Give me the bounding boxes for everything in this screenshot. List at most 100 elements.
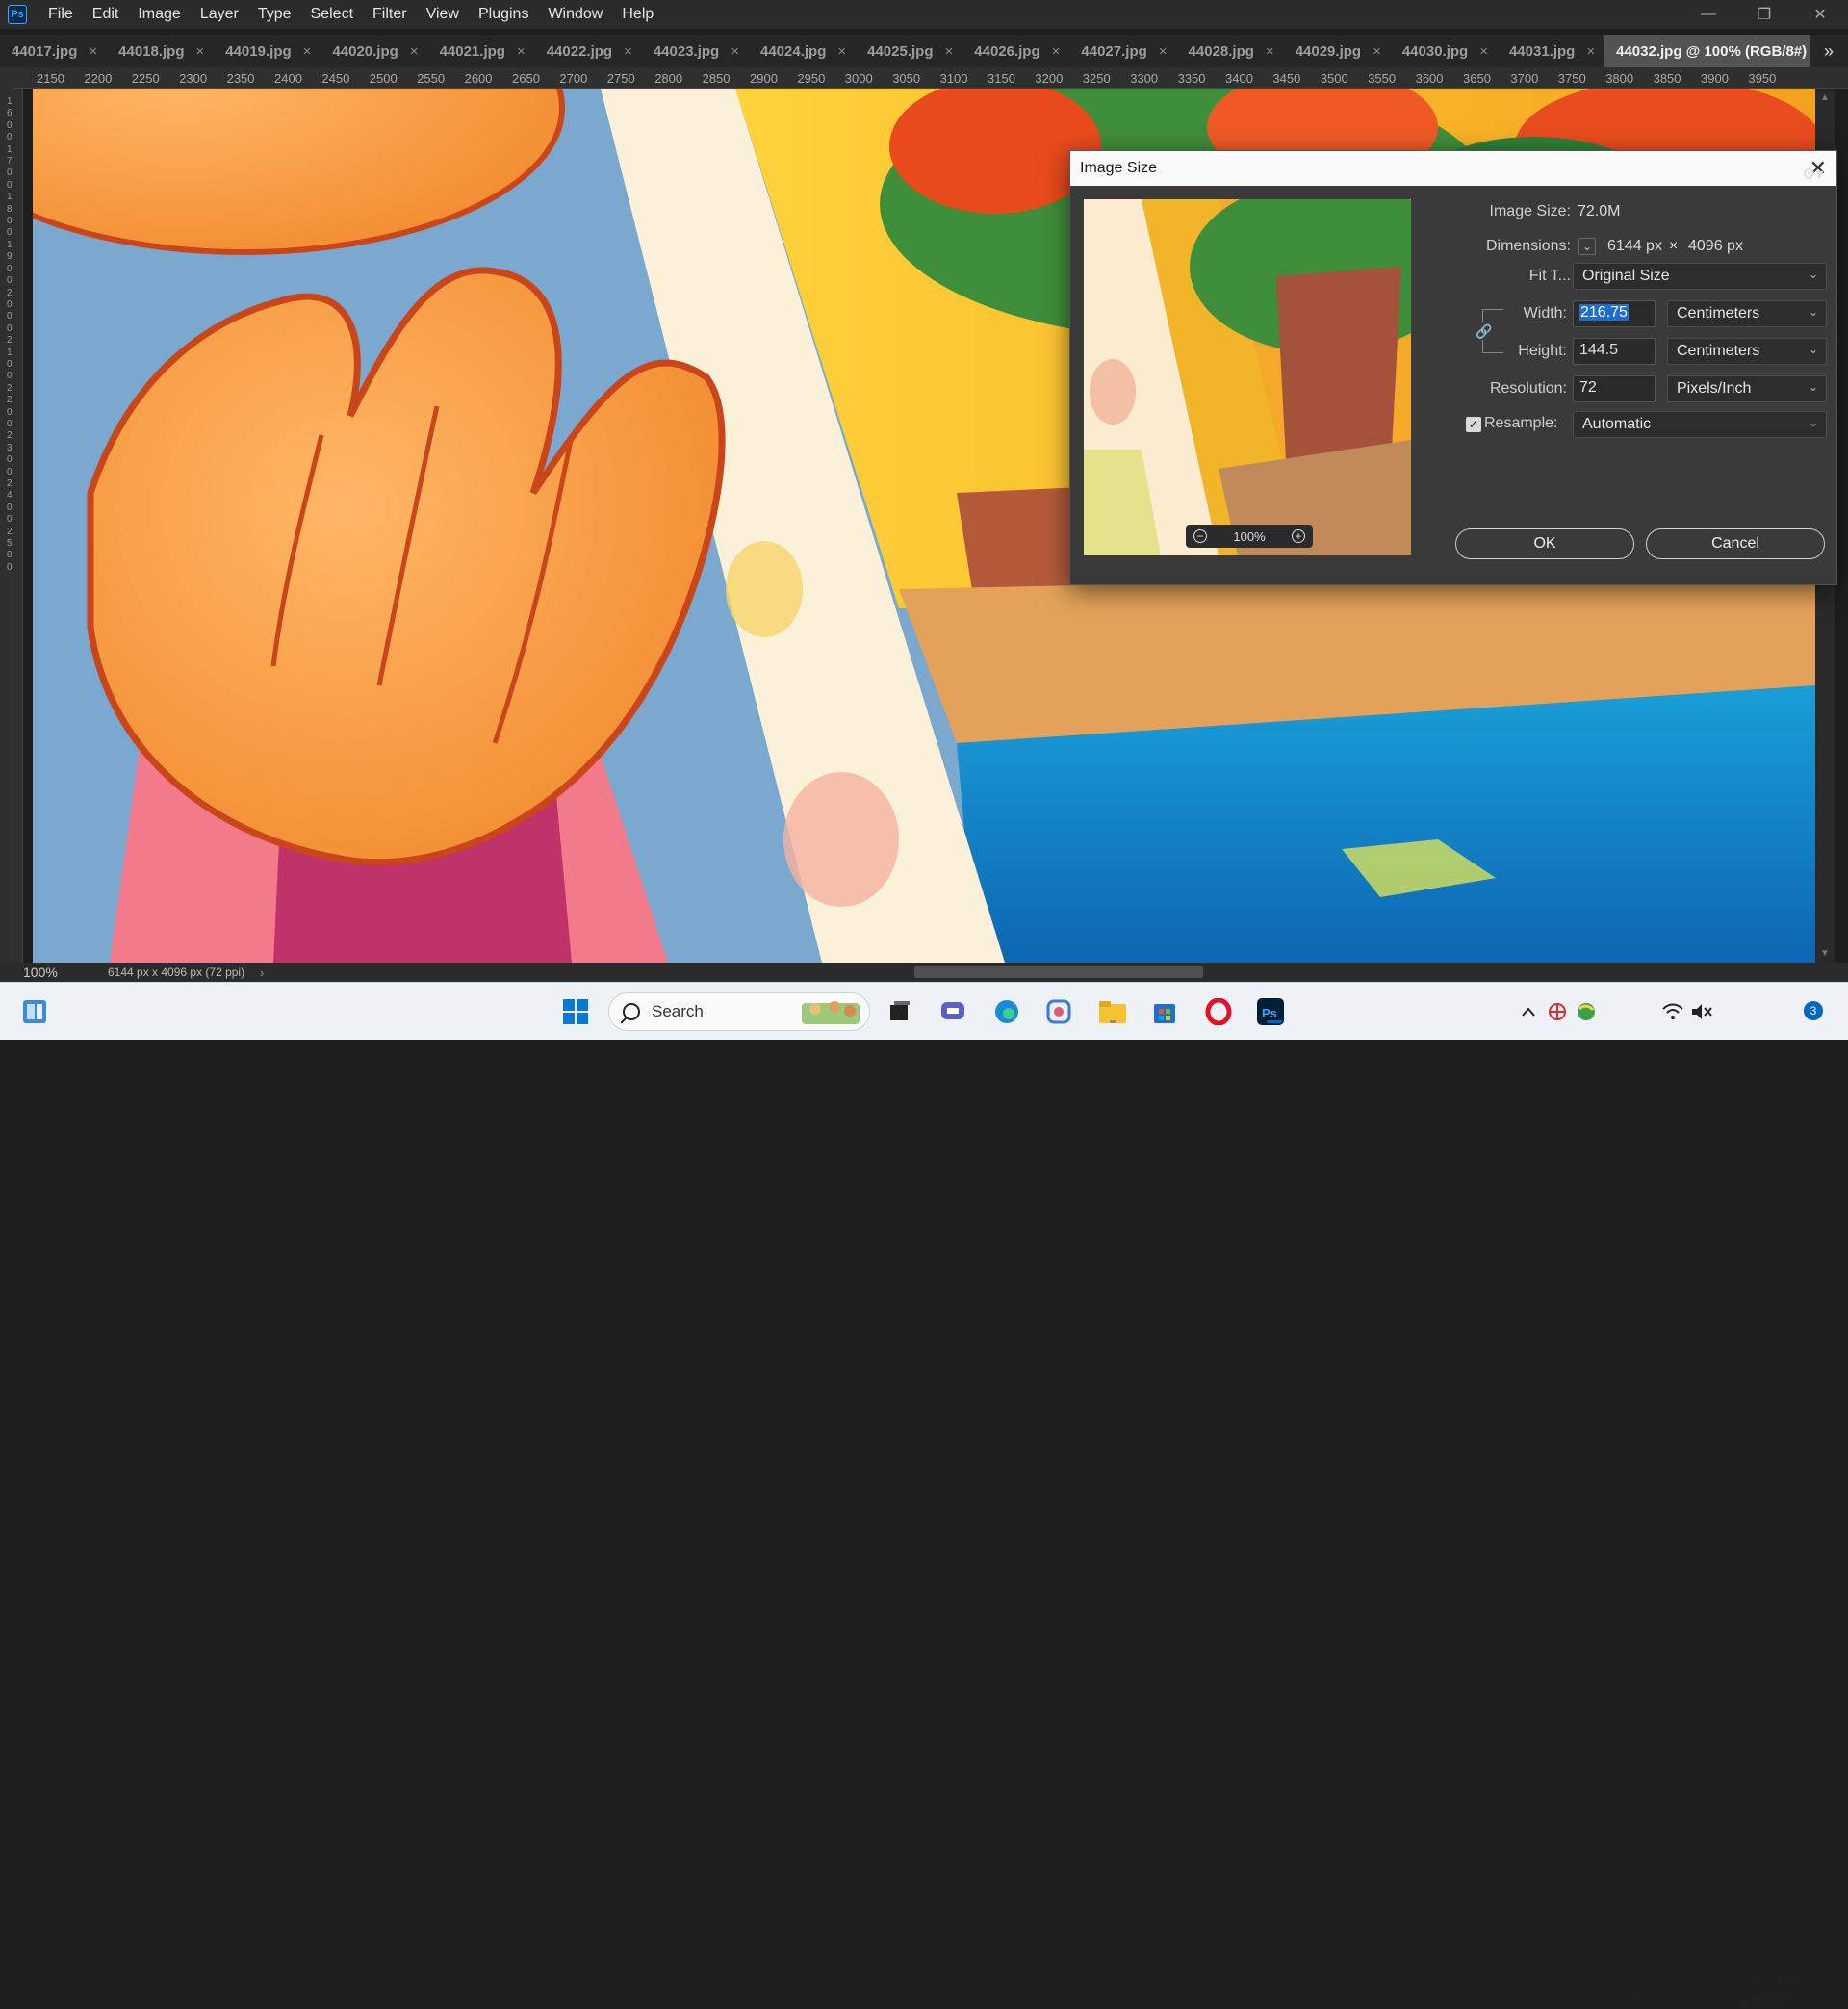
tab-close-icon[interactable]: × bbox=[89, 43, 97, 60]
tab-close-icon[interactable]: × bbox=[303, 43, 312, 60]
tab-close-icon[interactable]: × bbox=[410, 43, 419, 60]
vpn-icon[interactable] bbox=[1542, 996, 1573, 1027]
menu-view[interactable]: View bbox=[417, 0, 469, 29]
menu-bar: Ps File Edit Image Layer Type Select Fil… bbox=[0, 0, 1848, 29]
ruler-tick-label: 2950 bbox=[797, 71, 826, 86]
clock-date[interactable]: 4/30/2025 bbox=[1713, 1994, 1798, 2009]
resolution-input[interactable]: 72 bbox=[1573, 375, 1656, 402]
resample-select[interactable]: Automatic ⌄ bbox=[1573, 411, 1827, 438]
resolution-unit-select[interactable]: Pixels/Inch ⌄ bbox=[1667, 375, 1827, 402]
tab-document[interactable]: 44019.jpg × bbox=[214, 35, 321, 67]
ruler-tick-label: 3000 bbox=[844, 71, 873, 86]
tab-document[interactable]: 44020.jpg × bbox=[321, 35, 427, 67]
tab-document[interactable]: 44025.jpg × bbox=[856, 35, 962, 67]
active-app-indicator bbox=[1267, 1020, 1282, 1023]
tab-document[interactable]: 44032.jpg @ 100% (RGB/8#)× bbox=[1604, 35, 1836, 67]
menu-filter[interactable]: Filter bbox=[363, 0, 417, 29]
microsoft-store-icon[interactable] bbox=[1149, 996, 1180, 1027]
fit-to-value: Original Size bbox=[1582, 268, 1670, 284]
ruler-tick-label: 2300 bbox=[179, 71, 208, 86]
tab-document[interactable]: 44031.jpg × bbox=[1498, 35, 1604, 67]
tab-close-icon[interactable]: × bbox=[1586, 43, 1595, 60]
dimensions-dropdown-icon[interactable]: ⌄ bbox=[1578, 238, 1596, 255]
canvas-horizontal-scrollbar[interactable] bbox=[298, 966, 1800, 978]
scroll-up-icon[interactable]: ▲ bbox=[1820, 92, 1830, 103]
file-explorer-icon[interactable] bbox=[1097, 996, 1128, 1027]
volume-muted-icon[interactable] bbox=[1686, 996, 1717, 1027]
opera-browser-icon[interactable] bbox=[1203, 996, 1234, 1027]
zoom-out-icon[interactable]: − bbox=[1194, 529, 1207, 543]
tab-close-icon[interactable]: × bbox=[1159, 43, 1168, 60]
start-windows-icon[interactable] bbox=[560, 996, 591, 1027]
menu-window[interactable]: Window bbox=[538, 0, 612, 29]
height-input[interactable]: 144.5 bbox=[1573, 338, 1656, 365]
tab-close-icon[interactable]: × bbox=[1266, 43, 1274, 60]
scroll-down-icon[interactable]: ▼ bbox=[1820, 948, 1830, 959]
widgets-icon[interactable] bbox=[19, 996, 50, 1027]
menu-type[interactable]: Type bbox=[248, 0, 301, 29]
tab-close-icon[interactable]: × bbox=[837, 43, 846, 60]
tab-document[interactable]: 44018.jpg × bbox=[107, 35, 214, 67]
task-view-icon[interactable] bbox=[884, 996, 914, 1027]
menu-help[interactable]: Help bbox=[612, 0, 663, 29]
tab-close-icon[interactable]: × bbox=[945, 43, 954, 60]
cancel-button[interactable]: Cancel bbox=[1646, 528, 1825, 559]
photoshop-taskbar-icon[interactable]: Ps bbox=[1255, 996, 1286, 1027]
tab-document[interactable]: 44027.jpg × bbox=[1069, 35, 1176, 67]
width-unit-value: Centimeters bbox=[1677, 305, 1760, 322]
tab-document[interactable]: 44021.jpg × bbox=[428, 35, 535, 67]
gear-icon[interactable]: ⚙▾ bbox=[1802, 165, 1823, 184]
tab-close-icon[interactable]: × bbox=[1052, 43, 1061, 60]
tab-document[interactable]: 44028.jpg × bbox=[1177, 35, 1284, 67]
zoom-level[interactable]: 100% bbox=[0, 965, 77, 980]
chevron-up-icon[interactable] bbox=[1513, 996, 1544, 1027]
menu-select[interactable]: Select bbox=[301, 0, 363, 29]
menu-image[interactable]: Image bbox=[128, 0, 190, 29]
status-menu-arrow-icon[interactable]: › bbox=[260, 966, 287, 980]
menu-layer[interactable]: Layer bbox=[191, 0, 248, 29]
clock-time[interactable]: 6:01 PM bbox=[1713, 1974, 1798, 1990]
tab-document[interactable]: 44023.jpg × bbox=[642, 35, 749, 67]
ruler-tick-label: 2750 bbox=[606, 71, 635, 86]
tab-close-icon[interactable]: × bbox=[624, 43, 632, 60]
zoom-in-icon[interactable]: + bbox=[1292, 529, 1305, 543]
menu-file[interactable]: File bbox=[38, 0, 83, 29]
taskbar-search[interactable]: Search bbox=[608, 992, 870, 1031]
wifi-icon[interactable] bbox=[1657, 996, 1688, 1027]
width-input[interactable]: 216.75 bbox=[1573, 300, 1656, 327]
tab-document[interactable]: 44030.jpg × bbox=[1391, 35, 1498, 67]
globe-tray-icon[interactable] bbox=[1571, 996, 1602, 1027]
horizontal-scroll-thumb[interactable] bbox=[914, 966, 1203, 978]
image-size-dialog: Image Size ✕ − 100% + Image Size: 72.0M … bbox=[1069, 150, 1837, 585]
tab-document[interactable]: 44024.jpg × bbox=[749, 35, 856, 67]
teams-chat-icon[interactable] bbox=[937, 996, 968, 1027]
copilot-icon[interactable] bbox=[1043, 996, 1074, 1027]
image-size-value: 72.0M bbox=[1578, 203, 1621, 219]
notification-badge[interactable]: 3 bbox=[1804, 1001, 1823, 1020]
height-unit-select[interactable]: Centimeters ⌄ bbox=[1667, 338, 1827, 365]
tab-overflow-icon[interactable]: » bbox=[1810, 35, 1848, 67]
tab-close-icon[interactable]: × bbox=[517, 43, 526, 60]
fit-to-select[interactable]: Original Size ⌄ bbox=[1573, 263, 1827, 290]
close-window-icon[interactable]: ✕ bbox=[1792, 0, 1848, 29]
keyboard-language[interactable]: فا bbox=[1617, 1986, 1642, 2002]
tab-document[interactable]: 44029.jpg × bbox=[1284, 35, 1391, 67]
tab-close-icon[interactable]: × bbox=[196, 43, 205, 60]
tab-document[interactable]: 44022.jpg × bbox=[535, 35, 642, 67]
tab-label: 44025.jpg bbox=[867, 42, 934, 60]
image-preview[interactable]: − 100% + bbox=[1084, 199, 1411, 555]
link-icon[interactable]: 🔗 bbox=[1476, 322, 1493, 340]
tab-close-icon[interactable]: × bbox=[1373, 43, 1381, 60]
resample-checkbox[interactable]: ✓ bbox=[1466, 417, 1481, 432]
tab-document[interactable]: 44026.jpg × bbox=[962, 35, 1069, 67]
width-unit-select[interactable]: Centimeters ⌄ bbox=[1667, 300, 1827, 327]
edge-browser-icon[interactable] bbox=[991, 996, 1022, 1027]
tab-document[interactable]: 44017.jpg × bbox=[0, 35, 107, 67]
tab-close-icon[interactable]: × bbox=[731, 43, 739, 60]
menu-edit[interactable]: Edit bbox=[83, 0, 129, 29]
restore-icon[interactable]: ❐ bbox=[1736, 0, 1792, 29]
tab-close-icon[interactable]: × bbox=[1479, 43, 1488, 60]
ok-button[interactable]: OK bbox=[1455, 528, 1634, 559]
menu-plugins[interactable]: Plugins bbox=[469, 0, 538, 29]
minimize-icon[interactable]: — bbox=[1681, 0, 1736, 29]
